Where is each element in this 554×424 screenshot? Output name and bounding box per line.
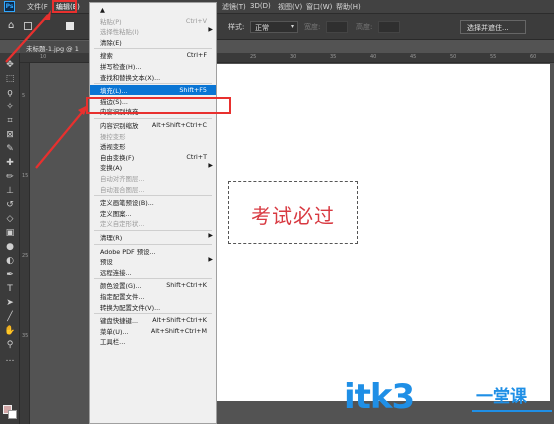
itk3-watermark: itk3 一堂课 (340, 377, 554, 424)
annotation-arrow-fill (35, 109, 85, 169)
annotation-arrow-edit (5, 14, 49, 63)
watermark-brand: itk3 (344, 377, 415, 417)
arrowhead-icon (78, 105, 88, 115)
annotation-arrows (5, 10, 88, 169)
watermark-underline (472, 410, 552, 412)
watermark-tagline: 一堂课 (476, 387, 527, 407)
